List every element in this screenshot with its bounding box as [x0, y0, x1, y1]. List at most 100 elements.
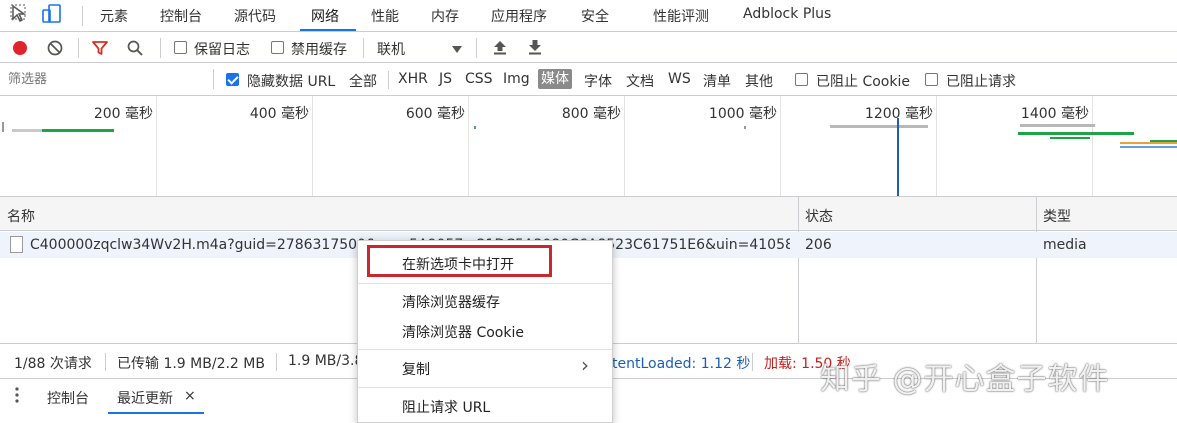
- filter-input[interactable]: [2, 68, 208, 90]
- timeline-bar: [1020, 124, 1060, 127]
- column-header-name[interactable]: 名称: [7, 206, 35, 226]
- timeline-bar: [1018, 132, 1134, 135]
- toolbar-divider: [388, 71, 389, 89]
- timeline-bar: [474, 126, 476, 129]
- active-tab-indicator: [300, 29, 356, 31]
- menu-separator: [358, 283, 612, 284]
- timeline-bar: [2, 122, 4, 132]
- blocked-cookies-label[interactable]: 已阻止 Cookie: [816, 71, 910, 91]
- toolbar-divider: [213, 69, 214, 89]
- timeline-tick-label: 1000 毫秒: [708, 106, 777, 122]
- preserve-log-checkbox[interactable]: [174, 41, 187, 54]
- hide-data-urls-label[interactable]: 隐藏数据 URL: [247, 71, 335, 91]
- filter-icon[interactable]: [91, 39, 109, 61]
- filter-type-xhr[interactable]: XHR: [398, 71, 428, 87]
- timeline-bar: [12, 129, 42, 132]
- filter-bar: 隐藏数据 URL 全部 XHR JS CSS Img 媒体 字体 文档 WS 清…: [0, 63, 1177, 96]
- clear-icon[interactable]: [46, 39, 64, 61]
- context-menu: 在新选项卡中打开 清除浏览器缓存 清除浏览器 Cookie 复制 › 阻止请求 …: [357, 240, 613, 423]
- tab-lighthouse[interactable]: 性能评测: [653, 6, 709, 26]
- blocked-requests-label[interactable]: 已阻止请求: [946, 71, 1016, 91]
- filter-type-manifest[interactable]: 清单: [703, 71, 731, 91]
- timeline-gridline: [1092, 96, 1093, 196]
- toolbar-divider: [78, 38, 79, 58]
- device-toggle-icon[interactable]: [40, 3, 64, 25]
- dom-content-loaded-time: tentLoaded: 1.12 秒: [612, 356, 751, 372]
- tab-network[interactable]: 网络: [311, 6, 339, 26]
- request-table-header: 名称 状态 类型: [0, 197, 1177, 231]
- drawer-tab-close[interactable]: ×: [184, 388, 196, 404]
- devtools-tab-bar: 元素 控制台 源代码 网络 性能 内存 应用程序 安全 性能评测 Adblock…: [0, 0, 1177, 32]
- upload-icon[interactable]: [493, 39, 507, 59]
- active-drawer-tab-indicator: [108, 412, 204, 414]
- throttle-select[interactable]: 联机: [377, 39, 405, 59]
- toolbar-divider: [363, 38, 364, 58]
- menu-item-open-in-new-tab[interactable]: 在新选项卡中打开: [402, 254, 514, 274]
- menu-separator: [358, 349, 612, 350]
- menu-item-clear-cookies[interactable]: 清除浏览器 Cookie: [402, 322, 524, 342]
- tab-elements[interactable]: 元素: [100, 6, 128, 26]
- filter-type-css[interactable]: CSS: [465, 71, 493, 87]
- filter-type-all[interactable]: 全部: [349, 71, 377, 91]
- record-icon[interactable]: [11, 39, 29, 61]
- dom-content-loaded-line: [897, 118, 899, 196]
- blocked-cookies-checkbox[interactable]: [795, 73, 808, 86]
- hide-data-urls-checkbox[interactable]: [226, 73, 239, 86]
- menu-item-clear-cache[interactable]: 清除浏览器缓存: [402, 292, 500, 312]
- network-toolbar: 保留日志 禁用缓存 联机: [0, 32, 1177, 63]
- tab-memory[interactable]: 内存: [431, 6, 459, 26]
- resource-size: 1.9 MB/3.8: [288, 353, 364, 369]
- filter-type-media[interactable]: 媒体: [538, 69, 572, 89]
- toolbar-divider: [82, 6, 83, 26]
- drawer-tab-console[interactable]: 控制台: [47, 388, 89, 408]
- drawer-tab-whats-new[interactable]: 最近更新: [117, 388, 173, 408]
- dropdown-arrow-icon[interactable]: [452, 43, 462, 58]
- timeline-tick-label: 200 毫秒: [93, 106, 153, 122]
- tab-performance[interactable]: 性能: [371, 6, 399, 26]
- filter-type-img[interactable]: Img: [503, 71, 530, 87]
- tab-sources[interactable]: 源代码: [234, 6, 276, 26]
- inspect-icon[interactable]: [9, 3, 33, 25]
- timeline-gridline: [780, 96, 781, 196]
- preserve-log-label[interactable]: 保留日志: [194, 39, 250, 59]
- timeline-gridline: [312, 96, 313, 196]
- column-divider[interactable]: [1036, 197, 1037, 343]
- search-icon[interactable]: [126, 39, 144, 61]
- timeline-tick-label: 1400 毫秒: [1020, 106, 1089, 122]
- toolbar-divider: [160, 38, 161, 58]
- filter-type-js[interactable]: JS: [439, 71, 452, 87]
- menu-item-block-request-url[interactable]: 阻止请求 URL: [402, 397, 490, 417]
- request-status: 206: [805, 237, 832, 253]
- blocked-requests-checkbox[interactable]: [925, 73, 938, 86]
- timeline-bar: [1060, 124, 1095, 127]
- more-icon[interactable]: [14, 386, 20, 408]
- request-type: media: [1043, 237, 1087, 253]
- filter-type-font[interactable]: 字体: [584, 71, 612, 91]
- tab-adblock-plus[interactable]: Adblock Plus: [743, 6, 831, 22]
- disable-cache-label[interactable]: 禁用缓存: [291, 39, 347, 59]
- column-header-type[interactable]: 类型: [1043, 206, 1071, 226]
- disable-cache-checkbox[interactable]: [271, 41, 284, 54]
- timeline-bar: [830, 125, 928, 128]
- timeline-bar: [1120, 142, 1177, 144]
- timeline-gridline: [936, 96, 937, 196]
- column-divider[interactable]: [798, 197, 799, 343]
- timeline-gridline: [156, 96, 157, 196]
- summary-divider: [105, 353, 106, 371]
- download-icon[interactable]: [528, 39, 542, 59]
- timeline-tick-label: 1200 毫秒: [864, 106, 933, 122]
- tab-console[interactable]: 控制台: [160, 6, 202, 26]
- tab-application[interactable]: 应用程序: [491, 6, 547, 26]
- filter-type-doc[interactable]: 文档: [626, 71, 654, 91]
- timeline-bar: [744, 126, 746, 129]
- column-header-status[interactable]: 状态: [805, 206, 833, 226]
- timeline-tick-label: 600 毫秒: [405, 106, 465, 122]
- tab-security[interactable]: 安全: [581, 6, 609, 26]
- filter-type-other[interactable]: 其他: [745, 71, 773, 91]
- menu-separator: [358, 387, 612, 388]
- request-count: 1/88 次请求: [14, 356, 92, 372]
- network-overview-timeline[interactable]: 200 毫秒 400 毫秒 600 毫秒 800 毫秒 1000 毫秒 1200…: [0, 96, 1177, 197]
- filter-type-ws[interactable]: WS: [668, 71, 691, 87]
- file-icon: [10, 236, 23, 253]
- menu-item-copy[interactable]: 复制: [402, 359, 430, 379]
